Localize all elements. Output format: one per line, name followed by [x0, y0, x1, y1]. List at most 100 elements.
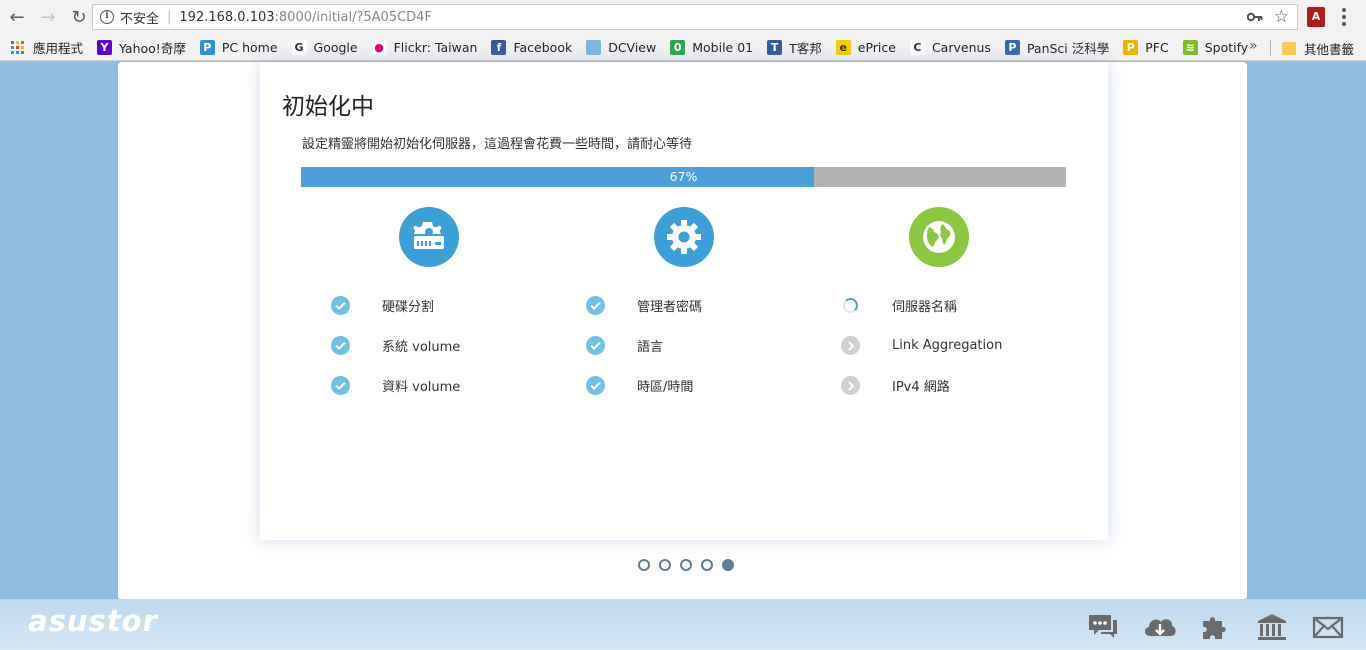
chevron-right-icon: [841, 376, 860, 395]
progress-label: 67%: [669, 169, 698, 184]
task-item: Link Aggregation: [841, 336, 1002, 355]
key-icon[interactable]: [1247, 10, 1263, 24]
folder-icon: [1282, 42, 1296, 55]
bookmark-pchome[interactable]: P PC home: [199, 39, 278, 55]
other-bookmarks-label: 其他書籤: [1304, 42, 1355, 57]
flickr-icon: ●: [371, 39, 387, 55]
chevron-right-icon: [841, 336, 860, 355]
task-item: 資料 volume: [331, 376, 460, 395]
task-item: 系統 volume: [331, 336, 460, 355]
chat-icon[interactable]: [1087, 612, 1119, 642]
apps-icon: [11, 40, 24, 54]
puzzle-icon[interactable]: [1199, 612, 1231, 642]
bookmark-eprice[interactable]: e ePrice: [835, 39, 896, 55]
check-icon: [331, 376, 350, 395]
facebook-icon: f: [491, 39, 507, 55]
task-item: 語言: [586, 336, 663, 355]
address-divider: |: [167, 9, 172, 25]
task-item: 時區/時間: [586, 376, 693, 395]
task-label: 資料 volume: [382, 380, 461, 395]
task-item: 伺服器名稱: [841, 296, 957, 315]
info-icon[interactable]: i: [100, 10, 114, 24]
asustor-logo: asustor: [28, 604, 158, 638]
reload-icon[interactable]: ↻: [65, 3, 93, 31]
bookmark-label: T客邦: [789, 40, 822, 56]
bookmark-pfc[interactable]: P PFC: [1123, 39, 1169, 55]
step-dot: [659, 559, 671, 571]
insecure-label: 不安全: [120, 11, 160, 27]
bookmark-label: Flickr: Taiwan: [393, 39, 478, 55]
spotify-icon: ≋: [1182, 39, 1198, 55]
bookmark-yahoo[interactable]: Y Yahoo!奇摩: [97, 38, 186, 57]
dcview-icon: [586, 39, 602, 55]
pchome-icon: P: [199, 39, 215, 55]
tkebang-icon: T: [767, 39, 783, 55]
bookmark-google[interactable]: G Google: [291, 39, 358, 55]
eprice-icon: e: [835, 39, 851, 55]
task-label: 硬碟分割: [382, 300, 435, 315]
task-label: 系統 volume: [382, 340, 461, 355]
bookmark-label: Yahoo!奇摩: [119, 40, 186, 56]
bookmark-label: Mobile 01: [692, 39, 754, 55]
bookmark-label: Spotify: [1204, 39, 1249, 55]
wizard-description: 設定精靈將開始初始化伺服器，這過程會花費一些時間，請耐心等待: [302, 137, 693, 152]
footer-bar: asustor: [0, 599, 1366, 650]
task-label: IPv4 網路: [892, 380, 950, 395]
task-label: 伺服器名稱: [892, 300, 958, 315]
bookmark-spotify[interactable]: ≋ Spotify: [1182, 39, 1249, 55]
back-icon[interactable]: ←: [3, 3, 31, 31]
pansci-icon: P: [1004, 39, 1020, 55]
bookmark-tkebang[interactable]: T T客邦: [767, 38, 822, 57]
bookmark-pansci[interactable]: P PanSci 泛科學: [1004, 38, 1110, 57]
bookmarks-overflow-button[interactable]: »: [1249, 38, 1258, 54]
browser-menu-icon[interactable]: [1342, 8, 1346, 26]
bookmark-label: 應用程式: [33, 40, 84, 56]
bookmark-flickr[interactable]: ● Flickr: Taiwan: [371, 39, 478, 55]
loading-spinner-icon: [843, 298, 858, 313]
address-bar[interactable]: i 不安全 | 192.168.0.103 :8000/initial/?5A0…: [92, 4, 1298, 30]
cloud-download-icon[interactable]: [1142, 612, 1178, 642]
check-icon: [331, 336, 350, 355]
bookmarks-divider: [1270, 40, 1271, 56]
bookmarks-bar: 應用程式 Y Yahoo!奇摩 P PC home G Google ● Flickr: Tai…: [0, 34, 1366, 61]
pfc-icon: P: [1123, 39, 1139, 55]
bookmark-facebook[interactable]: f Facebook: [491, 39, 573, 55]
task-label: 時區/時間: [637, 380, 694, 395]
bookmark-carvenus[interactable]: C Carvenus: [909, 39, 991, 55]
pdf-extension-icon[interactable]: A: [1307, 7, 1325, 27]
check-icon: [331, 296, 350, 315]
browser-toolbar: ← → ↻ i 不安全 | 192.168.0.103 :8000/initia…: [0, 0, 1366, 34]
task-item: 硬碟分割: [331, 296, 434, 315]
bookmark-label: PanSci 泛科學: [1026, 40, 1110, 56]
bookmark-mobile01[interactable]: 0 Mobile 01: [670, 39, 754, 55]
bookmark-label: Facebook: [513, 39, 573, 55]
mail-icon[interactable]: [1312, 612, 1344, 642]
yahoo-icon: Y: [97, 39, 113, 55]
carvenus-icon: C: [909, 39, 925, 55]
step-dot: [680, 559, 692, 571]
bookmark-label: Google: [313, 39, 358, 55]
task-label: 管理者密碼: [637, 300, 703, 315]
bookmark-label: PFC: [1145, 39, 1169, 55]
other-bookmarks[interactable]: 其他書籤: [1282, 39, 1354, 58]
bookmark-apps[interactable]: 應用程式: [0, 38, 83, 57]
step-dot: [638, 559, 650, 571]
storage-gear-icon: [399, 207, 459, 267]
forward-icon[interactable]: →: [34, 3, 62, 31]
task-item: IPv4 網路: [841, 376, 950, 395]
check-icon: [586, 376, 605, 395]
gear-icon: [654, 207, 714, 267]
bookmark-label: Carvenus: [931, 39, 991, 55]
bookmark-label: PC home: [221, 39, 278, 55]
check-icon: [586, 336, 605, 355]
task-label: 語言: [637, 340, 664, 355]
google-icon: G: [291, 39, 307, 55]
step-dot: [722, 559, 734, 571]
bookmark-dcview[interactable]: DCView: [586, 39, 656, 55]
bookmark-label: ePrice: [857, 39, 896, 55]
url-path: :8000/initial/?5A05CD4F: [274, 9, 432, 25]
page-title: 初始化中: [282, 94, 374, 120]
bank-icon[interactable]: [1256, 612, 1288, 642]
step-dot: [701, 559, 713, 571]
bookmark-star-icon[interactable]: ☆: [1274, 7, 1289, 27]
